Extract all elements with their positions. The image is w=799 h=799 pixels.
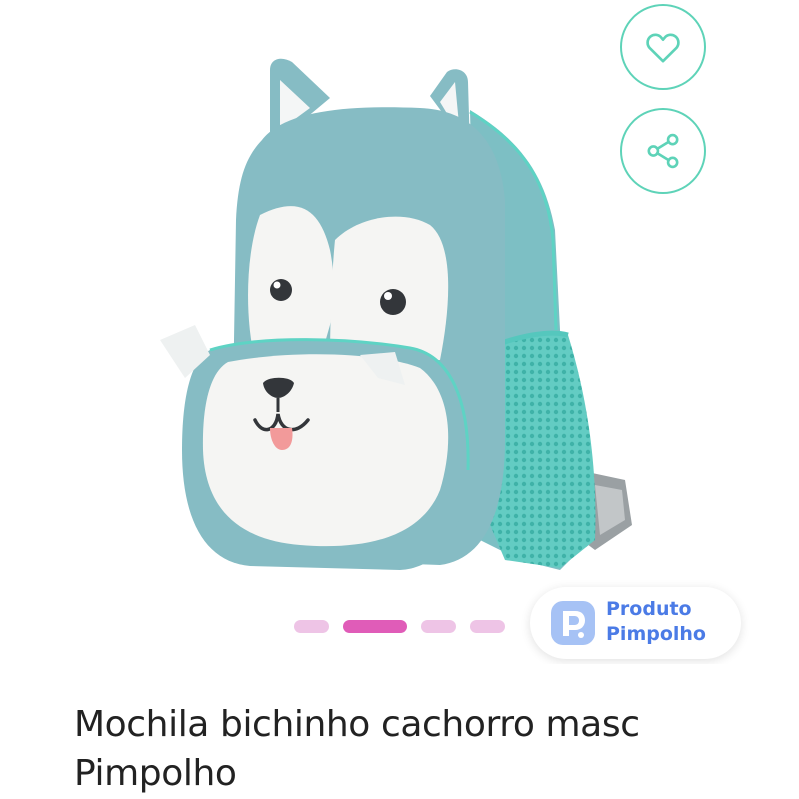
heart-icon [646, 33, 680, 63]
share-icon [647, 133, 679, 169]
badge-label: Produto Pimpolho [606, 597, 736, 647]
pagination-dot[interactable] [470, 620, 505, 633]
product-image-gallery[interactable]: Produto Pimpolho [0, 0, 799, 664]
produto-pimpolho-badge: Produto Pimpolho [530, 587, 741, 659]
pagination-dot[interactable] [294, 620, 329, 633]
share-button[interactable] [620, 108, 706, 194]
backpack-image [160, 58, 632, 570]
badge-line2: Pimpolho [606, 623, 706, 645]
favorite-button[interactable] [620, 4, 706, 90]
pimpolho-p-logo [551, 601, 595, 645]
pagination-dot[interactable] [421, 620, 456, 633]
pagination-dot-active[interactable] [343, 620, 407, 633]
product-title: Mochila bichinho cachorro masc Pimpolho [74, 704, 640, 794]
badge-line1: Produto [606, 598, 692, 620]
